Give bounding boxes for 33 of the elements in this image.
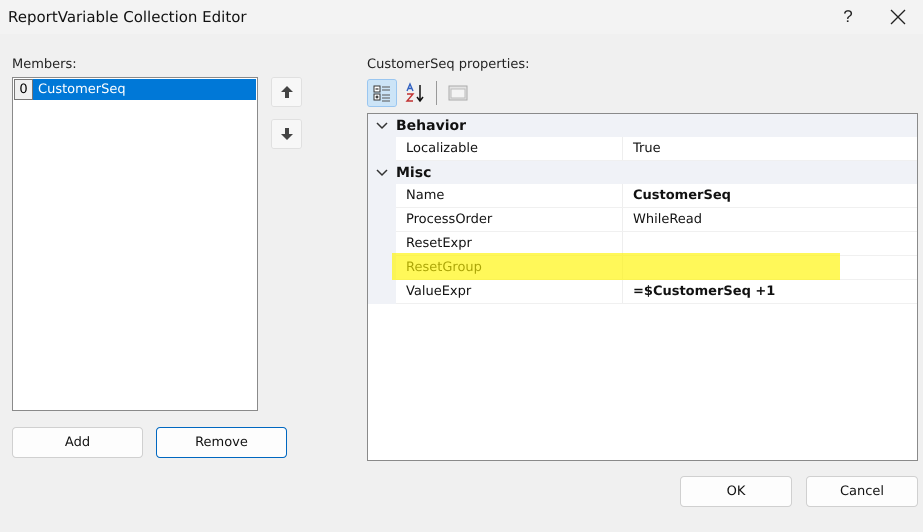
property-name: ProcessOrder [396,208,623,232]
chevron-down-icon[interactable] [376,122,388,130]
close-icon [890,9,906,25]
property-value: CustomerSeq [623,184,917,208]
item-index: 0 [14,79,33,100]
sort-alphabetical-icon [404,82,426,104]
window-title: ReportVariable Collection Editor [8,8,248,26]
arrow-up-icon [280,85,294,99]
member-item[interactable]: CustomerSeq [33,79,256,100]
categorized-button[interactable] [367,79,397,107]
cancel-button[interactable]: Cancel [806,476,918,507]
property-value: WhileRead [623,208,917,232]
property-value: =$CustomerSeq +1 [623,280,917,304]
move-down-button[interactable] [271,119,302,149]
property-pages-icon [448,84,468,102]
categorized-icon [372,83,392,103]
chevron-down-icon[interactable] [376,168,388,176]
category-name: Behavior [396,118,466,134]
property-name: Localizable [396,137,623,161]
property-name: ResetExpr [396,232,623,256]
members-label: Members: [12,57,78,74]
property-name: ResetGroup [396,256,623,280]
category-name: Misc [396,164,432,180]
properties-label: CustomerSeq properties: [367,57,530,74]
arrow-down-icon [280,127,294,141]
add-button[interactable]: Add [12,427,143,458]
move-up-button[interactable] [271,77,302,107]
property-value: True [623,137,917,161]
ok-button[interactable]: OK [680,476,792,507]
remove-button[interactable]: Remove [156,427,287,458]
property-name: Name [396,184,623,208]
property-name: ValueExpr [396,280,623,304]
help-button[interactable]: ? [823,0,873,34]
